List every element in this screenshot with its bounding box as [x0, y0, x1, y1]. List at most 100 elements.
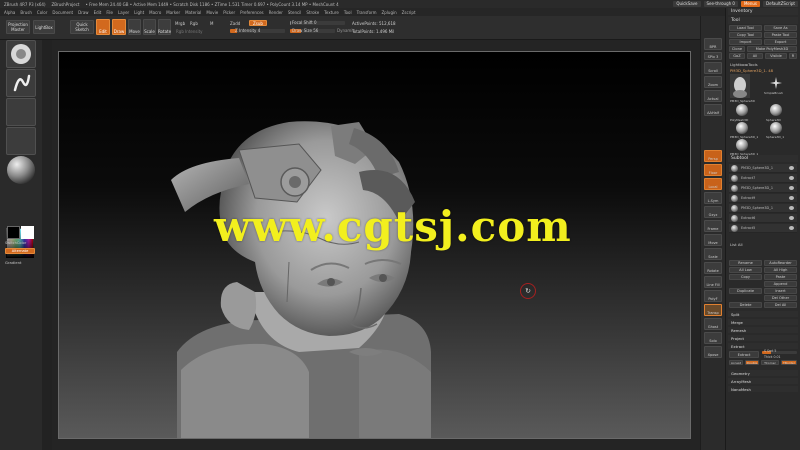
local-button[interactable]: Local [704, 178, 722, 190]
merge-header[interactable]: Merge [728, 319, 798, 325]
subtool-row[interactable]: Extract7 [729, 174, 797, 183]
load-tool-button[interactable]: Load Tool [729, 25, 762, 31]
quicksave-button[interactable]: QuickSave [673, 1, 701, 7]
menu-file[interactable]: File [106, 10, 113, 15]
material-sphere-icon[interactable] [7, 156, 35, 184]
eye-icon[interactable] [789, 186, 794, 190]
menu-color[interactable]: Color [37, 10, 47, 15]
polymesh-thumb-icon[interactable] [736, 104, 748, 116]
menu-light[interactable]: Light [134, 10, 144, 15]
insert-button[interactable]: Insert [764, 288, 797, 294]
menu-render[interactable]: Render [269, 10, 283, 15]
mrgb-toggle[interactable]: Mrgb [175, 21, 185, 26]
duplicate-button[interactable]: Duplicate [729, 288, 762, 294]
eye-icon[interactable] [789, 226, 794, 230]
arraymesh-header[interactable]: ArrayMesh [728, 378, 798, 384]
floor-button[interactable]: Floor [704, 164, 722, 176]
all-button[interactable]: All [747, 53, 763, 59]
aahalf-button[interactable]: AAHalf [704, 104, 722, 116]
append-button[interactable]: Append [764, 281, 797, 287]
menu-picker[interactable]: Picker [223, 10, 235, 15]
import-button[interactable]: Import [729, 39, 762, 45]
menu-movie[interactable]: Movie [206, 10, 218, 15]
paste-tool-button[interactable]: Paste Tool [764, 32, 797, 38]
menu-stroke[interactable]: Stroke [306, 10, 319, 15]
save-as-button[interactable]: Save As [764, 25, 797, 31]
remesh-header[interactable]: Remesh [728, 327, 798, 333]
scale-view-button[interactable]: Scale [704, 248, 722, 260]
scale-button[interactable]: Scale [143, 19, 156, 35]
project-header[interactable]: Project [728, 335, 798, 341]
r-button[interactable]: R [789, 53, 797, 59]
menu-tool[interactable]: Tool [344, 10, 352, 15]
alpha-slot[interactable] [6, 98, 36, 126]
tcorner-button[interactable]: TCorner [761, 360, 779, 365]
geometry-header[interactable]: Geometry [728, 370, 798, 376]
frame-button[interactable]: Frame [704, 220, 722, 232]
subtool-row[interactable]: PM3D_Sphere3D_1 [729, 204, 797, 213]
brush-slot[interactable] [6, 40, 36, 68]
simplebrush-thumb-icon[interactable] [770, 77, 782, 89]
quick-sketch-button[interactable]: Quick Sketch [70, 20, 94, 34]
copy-button[interactable]: Copy [729, 274, 762, 280]
extract-button[interactable]: Extract [729, 351, 759, 358]
del-other-button[interactable]: Del Other [764, 295, 797, 301]
linefill-button[interactable]: Line Fill [704, 276, 722, 288]
menu-brush[interactable]: Brush [20, 10, 32, 15]
current-tool-thumb[interactable] [730, 74, 750, 98]
subtool-row[interactable]: PM3D_Sphere3D_1 [729, 184, 797, 193]
rotate-view-button[interactable]: Rotate [704, 262, 722, 274]
ghost-button[interactable]: Ghost [704, 318, 722, 330]
menu-texture[interactable]: Texture [324, 10, 339, 15]
list-all-button[interactable]: List All [730, 242, 743, 247]
rename-button[interactable]: Rename [729, 260, 762, 266]
edit-button[interactable]: Edit [96, 19, 110, 35]
menu-preferences[interactable]: Preferences [240, 10, 264, 15]
document-canvas[interactable]: www.cgtsj.com [58, 51, 691, 439]
menu-material[interactable]: Material [185, 10, 201, 15]
goz-button[interactable]: GoZ [729, 53, 745, 59]
delete-button[interactable]: Delete [729, 302, 762, 308]
menu-alpha[interactable]: Alpha [4, 10, 15, 15]
lsym-button[interactable]: L.Sym [704, 192, 722, 204]
export-button[interactable]: Export [764, 39, 797, 45]
menu-stencil[interactable]: Stencil [288, 10, 302, 15]
nanomesh-header[interactable]: NanoMesh [728, 386, 798, 392]
lightbox-button[interactable]: LightBox [33, 20, 55, 34]
visible-button[interactable]: Visible [765, 53, 787, 59]
split-header[interactable]: Split [728, 311, 798, 317]
xpose-button[interactable]: Xpose [704, 346, 722, 358]
zsub-toggle[interactable]: Zsub [249, 20, 267, 26]
bpr-button[interactable]: BPR [704, 38, 722, 50]
gradient-label[interactable]: Gradient [5, 260, 22, 265]
menu-zscript[interactable]: Zscript [402, 10, 416, 15]
projection-master-button[interactable]: Projection Master [6, 20, 30, 34]
eye-icon[interactable] [789, 206, 794, 210]
subtool-row[interactable]: Extract6 [729, 214, 797, 223]
del-all-button[interactable]: Del All [764, 302, 797, 308]
rotate-button[interactable]: Rotate [158, 19, 171, 35]
eye-icon[interactable] [789, 196, 794, 200]
pm3d2-thumb-icon[interactable] [736, 139, 748, 151]
see-through-slider[interactable]: See-through 0 [703, 1, 738, 7]
all-low-button[interactable]: All Low [729, 267, 762, 273]
make-polymesh-button[interactable]: Make PolyMesh3D [747, 46, 797, 52]
scroll-button[interactable]: Scroll [704, 62, 722, 74]
tool-header[interactable]: Tool [728, 17, 798, 24]
subtool-row[interactable]: PM3D_Sphere3D_1 [729, 164, 797, 173]
paste-button[interactable]: Paste [764, 274, 797, 280]
solo-button[interactable]: Solo [704, 332, 722, 344]
stroke-slot[interactable] [6, 69, 36, 97]
zadd-toggle[interactable]: Zadd [230, 21, 240, 26]
main-color-swatch[interactable] [7, 226, 20, 239]
inventory-header[interactable]: Inventory [728, 8, 798, 15]
default-zscript-button[interactable]: DefaultZScript [763, 1, 798, 7]
actual-button[interactable]: Actual [704, 90, 722, 102]
rgb-toggle[interactable]: Rgb [190, 21, 198, 26]
eye-icon[interactable] [789, 166, 794, 170]
pm3d-thumb-icon[interactable] [736, 122, 748, 134]
polyf-button[interactable]: PolyF [704, 290, 722, 302]
move-view-button[interactable]: Move [704, 234, 722, 246]
all-high-button[interactable]: All High [764, 267, 797, 273]
eye-icon[interactable] [789, 176, 794, 180]
